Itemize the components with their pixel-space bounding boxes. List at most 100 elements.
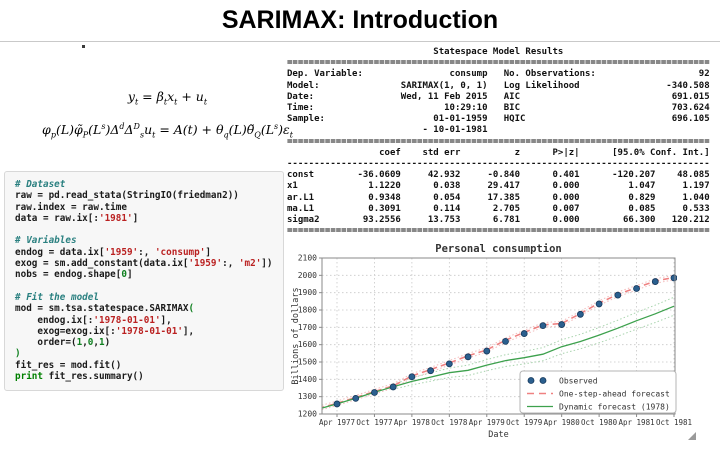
equations-block: yt = βtxt + ut φp(L)φ̃P(Ls)ΔdΔDsut = A(t… (40, 88, 295, 143)
legend-label: One-step-ahead forecast (559, 390, 670, 399)
code-token: print (15, 371, 43, 382)
x-tick-label: Oct 1981 (656, 418, 692, 427)
observed-point (353, 395, 359, 401)
observed-point (484, 348, 490, 354)
code-token: ) (105, 337, 111, 348)
legend-label: Observed (559, 377, 598, 386)
equation-token: β (157, 89, 164, 104)
code-line: mod = sm.tsa.statespace.SARIMAX( (15, 303, 273, 314)
code-token: # Variables (15, 235, 77, 246)
equation-token: φ (42, 122, 51, 137)
code-line: ) (15, 348, 273, 359)
code-line: endog = data.ix['1959':, 'consump'] (15, 247, 273, 258)
code-token: fit_res = mod.fit() (15, 360, 121, 371)
equation-observation: yt = βtxt + ut (40, 88, 295, 111)
observed-point (521, 331, 527, 337)
x-tick-label: Oct 1978 (431, 418, 468, 427)
equation-token: θ (216, 122, 224, 137)
code-token: endog = data.ix[ (15, 247, 105, 258)
code-token: ], (183, 326, 194, 337)
x-axis-label: Date (488, 430, 508, 440)
cursor-mark (82, 45, 85, 48)
statespace-results-table: Statespace Model Results ===============… (287, 47, 710, 237)
code-line: raw.index = raw.time (15, 202, 273, 213)
code-token: mod = sm.tsa.statespace.SARIMAX (15, 303, 189, 314)
x-tick-label: Oct 1979 (506, 418, 542, 427)
x-tick-label: Oct 1980 (581, 418, 618, 427)
code-token: data = raw.ix[: (15, 213, 99, 224)
x-tick-label: Apr 1981 (618, 418, 654, 427)
code-line: # Variables (15, 235, 273, 246)
observed-point (428, 368, 434, 374)
equation-token: φ̃ (74, 122, 83, 137)
code-token: endog.ix[: (15, 315, 93, 326)
code-token: # Fit the model (15, 292, 99, 303)
x-tick-label: Apr 1980 (544, 418, 581, 427)
code-token: fit_res.summary() (43, 371, 144, 382)
code-token: '1981' (99, 213, 133, 224)
observed-point (334, 401, 340, 407)
equation-token: D (134, 122, 140, 131)
code-line: # Dataset (15, 179, 273, 190)
code-line: data = raw.ix[:'1981'] (15, 213, 273, 224)
equation-token: (L (261, 122, 274, 137)
observed-point (671, 275, 677, 281)
observed-point (540, 323, 546, 329)
equation-token: y (128, 89, 135, 104)
equation-token: + (177, 89, 195, 104)
legend-marker-observed (528, 378, 534, 384)
code-token: raw.index = raw.time (15, 202, 127, 213)
equation-token: (L (88, 122, 101, 137)
x-tick-label: Apr 1979 (469, 418, 505, 427)
code-line: print fit_res.summary() (15, 371, 273, 382)
equation-token: u (196, 89, 204, 104)
code-line: endog.ix[:'1978-01-01'], (15, 315, 273, 326)
observed-point (596, 301, 602, 307)
code-token: '1978-01-01' (93, 315, 160, 326)
equation-token: t (204, 98, 207, 107)
observed-point (652, 279, 658, 285)
equation-token: Δ (125, 122, 134, 137)
observed-point (371, 390, 377, 396)
observed-point (559, 322, 565, 328)
legend-marker-observed (540, 378, 546, 384)
title-divider (0, 41, 720, 42)
code-token: :, (138, 247, 155, 258)
x-tick-label: Oct 1977 (356, 418, 392, 427)
y-tick-label: 2100 (298, 254, 317, 263)
y-tick-label: 1200 (298, 410, 317, 419)
resize-handle-icon[interactable] (688, 432, 696, 440)
code-line: # Fit the model (15, 292, 273, 303)
code-token: ) (15, 348, 21, 359)
y-tick-label: 2000 (298, 271, 317, 280)
observed-point (577, 311, 583, 317)
code-line (15, 281, 273, 292)
x-tick-label: Apr 1977 (319, 418, 355, 427)
code-token: 'consump' (155, 247, 205, 258)
observed-point (615, 292, 621, 298)
code-token: ( (189, 303, 195, 314)
y-tick-label: 1300 (298, 392, 317, 401)
code-token: ], (161, 315, 172, 326)
code-token: order=( (15, 337, 77, 348)
code-token: # Dataset (15, 179, 65, 190)
code-token: ] (205, 247, 211, 258)
x-tick-label: Apr 1978 (394, 418, 431, 427)
code-token: ]) (261, 258, 272, 269)
code-line: raw = pd.read_stata(StringIO(friedman2)) (15, 190, 273, 201)
code-token: '1959' (189, 258, 223, 269)
observed-point (390, 384, 396, 390)
code-token: ] (133, 213, 139, 224)
code-token: exog=exog.ix[: (15, 326, 116, 337)
observed-point (465, 354, 471, 360)
code-token: exog = sm.add_constant(data.ix[ (15, 258, 189, 269)
code-cell[interactable]: # Datasetraw = pd.read_stata(StringIO(fr… (4, 171, 284, 391)
code-token: nobs = endog.shape[ (15, 269, 121, 280)
personal-consumption-chart: 1200130014001500160017001800190020002100… (291, 243, 720, 450)
equation-sarimax-process: φp(L)φ̃P(Ls)ΔdΔDsut = A(t) + θq(L)θ̃Q(Ls… (40, 118, 295, 144)
code-line: order=(1,0,1) (15, 337, 273, 348)
code-line: nobs = endog.shape[0] (15, 269, 273, 280)
legend-label: Dynamic forecast (1978) (559, 403, 670, 412)
equation-token: (L) (56, 122, 74, 137)
equation-token: (L) (229, 122, 247, 137)
